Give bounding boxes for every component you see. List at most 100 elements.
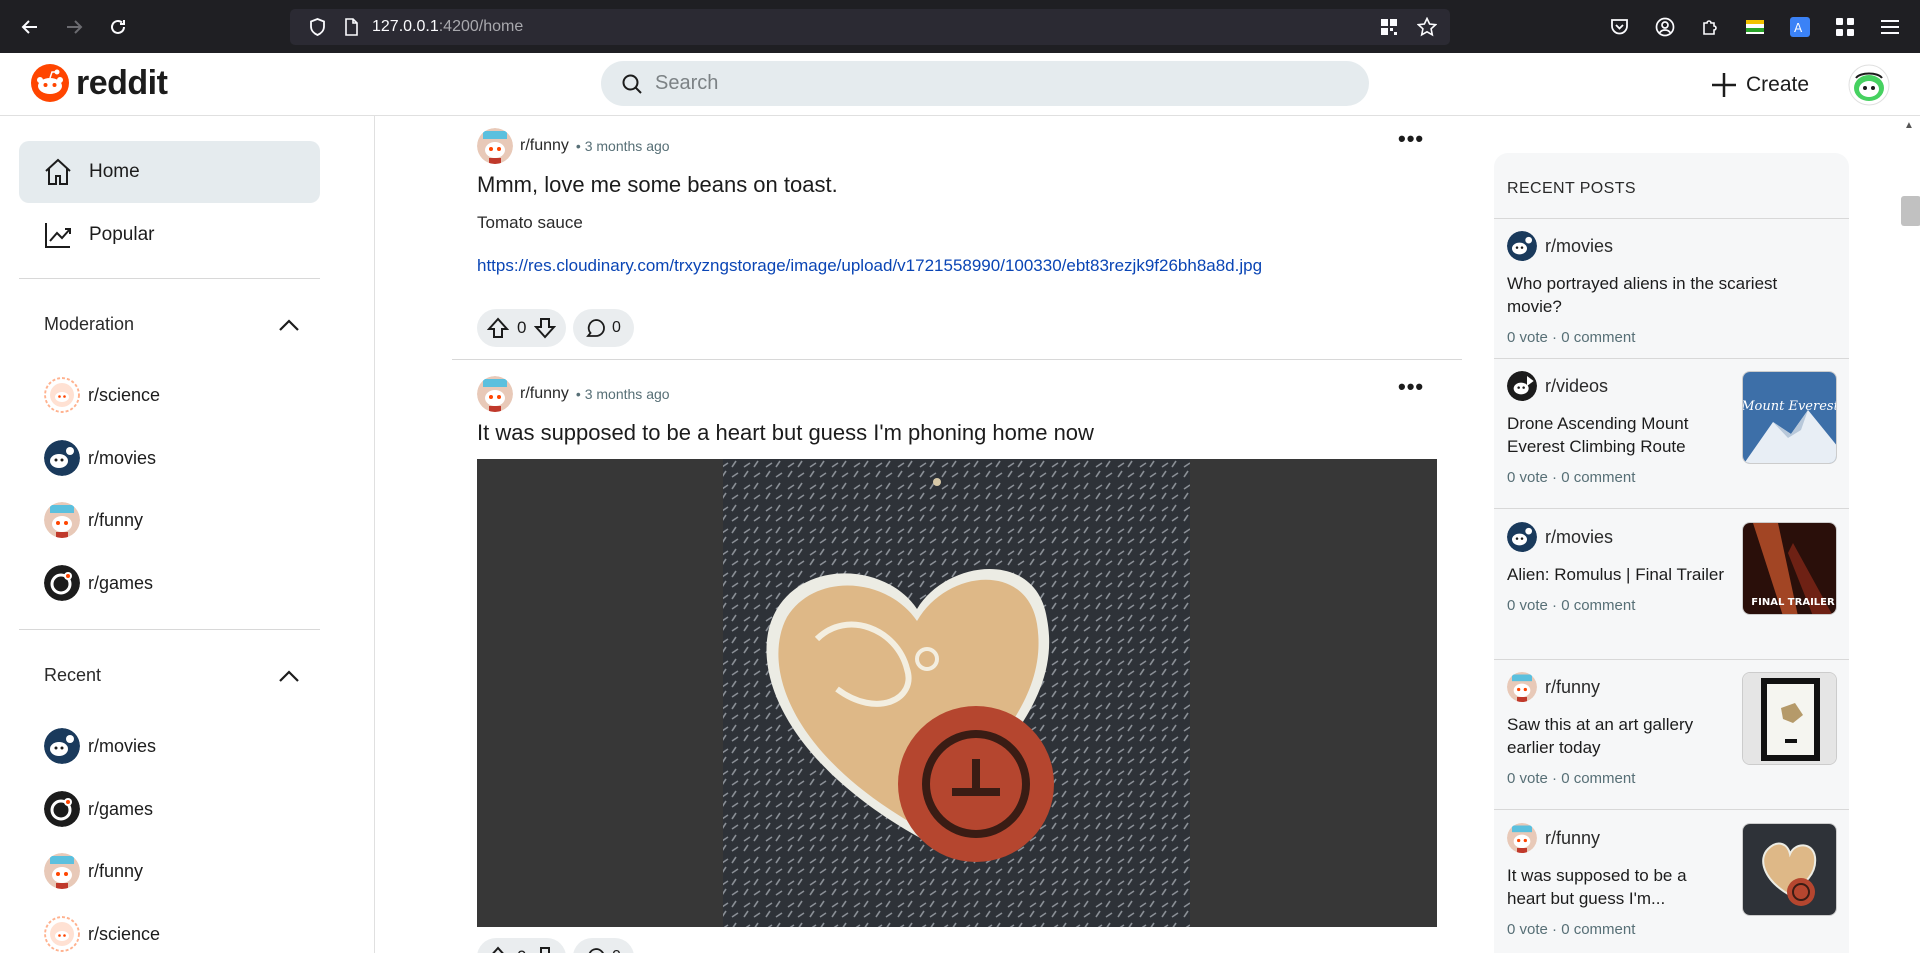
scroll-up-arrow-icon[interactable]: ▲ (1898, 116, 1920, 134)
recent-item-science[interactable]: r/science (44, 916, 160, 952)
recent-posts-panel: RECENT POSTS r/movies Who portrayed alie… (1494, 153, 1849, 953)
sidebar-item-movies[interactable]: r/movies (44, 440, 156, 476)
more-options-icon[interactable]: ••• (1398, 126, 1424, 152)
extensions-icon[interactable] (1687, 0, 1732, 53)
search-bar[interactable] (601, 61, 1369, 106)
community-avatar-videos (1507, 371, 1537, 401)
comments-button[interactable]: 0 (573, 938, 634, 953)
home-icon (45, 158, 71, 185)
pocket-icon[interactable] (1597, 0, 1642, 53)
app-header: reddit Create (0, 53, 1920, 116)
recent-post-stats: 0 vote · 0 comment (1507, 329, 1636, 346)
bookmark-star-icon[interactable] (1410, 9, 1444, 45)
recent-post-title[interactable]: Who portrayed aliens in the scariest mov… (1507, 272, 1827, 318)
reload-button[interactable] (96, 0, 140, 53)
sidebar-item-games[interactable]: r/games (44, 565, 153, 601)
page-icon (334, 9, 368, 45)
divider (19, 278, 320, 279)
community-avatar-games (44, 791, 80, 827)
post-body: Tomato sauce (477, 213, 583, 232)
community-avatar-science (44, 916, 80, 952)
vote-control: 0 (477, 309, 567, 347)
recent-post-community[interactable]: r/movies (1507, 231, 1837, 261)
post-divider (452, 359, 1462, 360)
post-community[interactable]: r/funny (520, 385, 569, 403)
sidebar-item-popular[interactable]: Popular (19, 204, 320, 266)
post-link[interactable]: https://res.cloudinary.com/trxyzngstorag… (477, 256, 1262, 276)
post-meta: r/funny • 3 months ago (477, 376, 670, 412)
recent-post-thumbnail[interactable]: FINAL TRAILER (1742, 522, 1837, 615)
thumbnail-text: Mount Everest (1743, 399, 1837, 414)
upvote-icon[interactable] (487, 317, 509, 339)
recent-posts-title: RECENT POSTS (1507, 180, 1636, 197)
sidebar-item-funny[interactable]: r/funny (44, 502, 143, 538)
url-text[interactable]: 127.0.0.1:4200/home (372, 18, 523, 36)
thumbnail-text: FINAL TRAILER (1751, 597, 1835, 608)
recent-post-title[interactable]: Drone Ascending Mount Everest Climbing R… (1507, 412, 1727, 458)
reddit-logo[interactable]: reddit (30, 63, 168, 103)
recent-item-movies[interactable]: r/movies (44, 728, 156, 764)
post-title[interactable]: It was supposed to be a heart but guess … (477, 420, 1094, 446)
forward-arrow-icon (67, 19, 83, 34)
recent-post-title[interactable]: It was supposed to be a heart but guess … (1507, 864, 1727, 910)
reload-icon (111, 19, 125, 34)
plus-icon (1712, 73, 1736, 97)
community-name: r/games (88, 798, 154, 819)
shield-icon[interactable] (300, 9, 334, 45)
recent-post-item[interactable]: r/movies Who portrayed aliens in the sca… (1507, 231, 1837, 346)
create-label: Create (1746, 73, 1810, 96)
recent-post-title[interactable]: Saw this at an art gallery earlier today (1507, 713, 1727, 759)
menu-icon[interactable] (1867, 0, 1912, 53)
recent-post-thumbnail[interactable]: Mount Everest (1742, 371, 1837, 464)
qr-code-icon[interactable] (1372, 9, 1406, 45)
downvote-icon[interactable] (534, 317, 557, 339)
community-name: r/funny (88, 509, 144, 530)
extension-flag-icon[interactable] (1732, 0, 1777, 53)
recent-post-thumbnail[interactable] (1742, 672, 1837, 765)
recent-item-funny[interactable]: r/funny (44, 853, 143, 889)
recent-post-stats: 0 vote · 0 comment (1507, 469, 1636, 486)
post-community[interactable]: r/funny (520, 137, 569, 155)
address-bar[interactable]: 127.0.0.1:4200/home (290, 9, 1450, 45)
moderation-section-toggle[interactable]: Moderation (44, 314, 299, 335)
create-button[interactable]: Create (1710, 65, 1809, 105)
community-avatar-science (44, 377, 80, 413)
post-image[interactable] (477, 459, 1437, 927)
downvote-icon[interactable] (534, 946, 556, 953)
divider (19, 629, 320, 630)
community-avatar-funny (1507, 823, 1537, 853)
recent-post-thumbnail[interactable] (1742, 823, 1837, 916)
reddit-snoo-icon (31, 64, 69, 102)
comments-button[interactable]: 0 (573, 309, 634, 347)
community-avatar-funny[interactable] (477, 376, 513, 412)
back-button[interactable] (8, 0, 52, 53)
apps-grid-icon[interactable] (1822, 0, 1867, 53)
recent-section-toggle[interactable]: Recent (44, 665, 299, 686)
post-title[interactable]: Mmm, love me some beans on toast. (477, 172, 838, 198)
community-name: r/movies (1545, 526, 1614, 547)
logo-text: reddit (76, 63, 168, 102)
recent-post-title[interactable]: Alien: Romulus | Final Trailer (1507, 563, 1727, 586)
left-sidebar: Home Popular Moderation r/science r/movi… (0, 116, 375, 953)
community-avatar-funny[interactable] (477, 128, 513, 164)
translate-icon[interactable]: A (1777, 0, 1822, 53)
comment-count: 0 (612, 319, 621, 336)
sidebar-item-home[interactable]: Home (19, 141, 320, 203)
community-avatar-movies (1507, 231, 1537, 261)
recent-item-games[interactable]: r/games (44, 791, 153, 827)
recent-post-stats: 0 vote · 0 comment (1507, 921, 1636, 938)
account-icon[interactable] (1642, 0, 1687, 53)
search-input[interactable] (655, 72, 1335, 95)
more-options-icon[interactable]: ••• (1398, 374, 1424, 400)
divider (1494, 659, 1849, 660)
comment-icon (588, 948, 604, 953)
community-avatar-games (44, 565, 80, 601)
user-avatar[interactable] (1848, 64, 1890, 106)
chevron-up-icon (279, 318, 299, 331)
sidebar-item-science[interactable]: r/science (44, 377, 160, 413)
forward-button[interactable] (52, 0, 96, 53)
upvote-icon[interactable] (487, 946, 509, 953)
scrollbar-thumb[interactable] (1901, 196, 1920, 226)
meta-separator: • (575, 386, 581, 402)
page-scrollbar[interactable] (1898, 116, 1920, 953)
